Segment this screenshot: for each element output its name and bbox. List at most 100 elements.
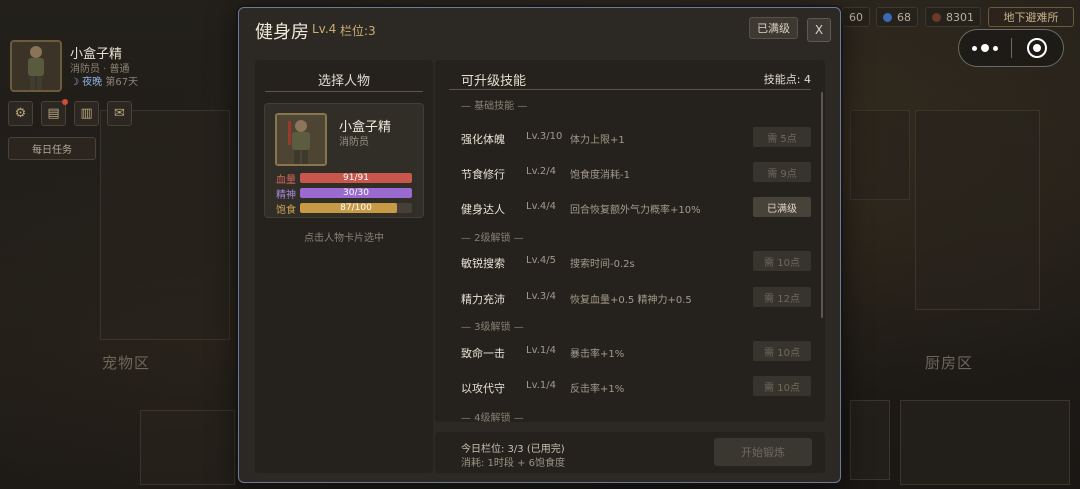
select-hint: 点击人物卡片选中 bbox=[304, 233, 384, 244]
hud-icon-bar: ⚙ ▤ ▥ ✉ bbox=[8, 99, 132, 126]
stat-value: 30/30 bbox=[343, 188, 369, 198]
skill-row: 精力充沛 Lv.3/4 恢复血量+0.5 精神力+0.5 需 12点 bbox=[461, 287, 813, 309]
skill-level: Lv.1/4 bbox=[526, 345, 556, 356]
scrollbar[interactable] bbox=[821, 92, 823, 318]
mini-program-capsule bbox=[958, 29, 1064, 67]
upgrade-button[interactable]: 需 10点 bbox=[753, 376, 811, 396]
stat-value: 91/91 bbox=[343, 173, 369, 183]
skill-description: 恢复血量+0.5 精神力+0.5 bbox=[570, 295, 692, 306]
stat-bar: 87/100 bbox=[300, 203, 412, 213]
section-header: — 3级解锁 — bbox=[461, 322, 524, 333]
room-level: Lv.4 bbox=[312, 22, 337, 36]
stat-value: 87/100 bbox=[340, 203, 372, 213]
daily-slots-status: 今日栏位: 3/3 (已用完) bbox=[461, 444, 565, 455]
skill-level: Lv.2/4 bbox=[526, 166, 556, 177]
background-room bbox=[915, 110, 1040, 310]
more-menu-icon[interactable] bbox=[959, 44, 1011, 52]
stat-hunger: 饱食 87/100 bbox=[276, 202, 414, 216]
stat-label: 精神 bbox=[276, 189, 296, 201]
stat-spirit: 精神 30/30 bbox=[276, 187, 414, 201]
close-button[interactable]: X bbox=[807, 18, 831, 42]
skill-description: 反击率+1% bbox=[570, 384, 625, 395]
room-slots: 栏位:3 bbox=[340, 24, 376, 38]
background-room bbox=[900, 400, 1070, 485]
skill-level: Lv.4/4 bbox=[526, 201, 556, 212]
skill-name: 健身达人 bbox=[461, 203, 505, 216]
shelter-button[interactable]: 地下避难所 bbox=[988, 7, 1074, 27]
training-cost: 消耗: 1时段 + 6饱食度 bbox=[461, 458, 566, 469]
firefighter-figure-icon bbox=[277, 115, 325, 164]
skill-level: Lv.3/10 bbox=[526, 131, 563, 142]
gym-modal: 健身房 Lv.4 栏位:3 已满级 X 选择人物 小盒子精 消防员 血量 91/… bbox=[238, 7, 841, 483]
time-of-day: 夜晚 bbox=[82, 77, 103, 88]
resource-a: 60 bbox=[842, 7, 870, 27]
moon-icon: ☽ bbox=[70, 77, 79, 88]
skill-description: 暴击率+1% bbox=[570, 349, 625, 360]
character-select-title: 选择人物 bbox=[317, 74, 370, 89]
skill-points: 技能点: 4 bbox=[763, 73, 811, 86]
upgrade-button[interactable]: 需 12点 bbox=[753, 287, 811, 307]
modal-title: 健身房 bbox=[255, 22, 309, 43]
day-time-indicator: ☽ 夜晚 第67天 bbox=[70, 73, 138, 88]
skill-description: 搜索时间-0.2s bbox=[570, 259, 635, 270]
skill-name: 节食修行 bbox=[461, 168, 505, 181]
stat-label: 饱食 bbox=[276, 204, 296, 216]
skill-row: 强化体魄 Lv.3/10 体力上限+1 需 5点 bbox=[461, 127, 813, 149]
upgrade-button[interactable]: 需 5点 bbox=[753, 127, 811, 147]
divider bbox=[265, 91, 423, 92]
maxed-level-tag: 已满级 bbox=[749, 17, 798, 39]
skill-row: 节食修行 Lv.2/4 饱食度消耗-1 需 9点 bbox=[461, 162, 813, 184]
skill-level: Lv.3/4 bbox=[526, 291, 556, 302]
zone-label-left: 宠物区 bbox=[102, 354, 151, 372]
skill-level: Lv.4/5 bbox=[526, 255, 556, 266]
player-avatar[interactable] bbox=[10, 40, 62, 92]
gear-icon[interactable]: ⚙ bbox=[8, 101, 33, 126]
notification-dot bbox=[62, 99, 68, 105]
background-room bbox=[850, 110, 910, 200]
resource-b: 68 bbox=[876, 7, 918, 27]
section-header: — 基础技能 — bbox=[461, 101, 528, 112]
daily-task-button[interactable]: 每日任务 bbox=[8, 137, 96, 160]
skill-row: 致命一击 Lv.1/4 暴击率+1% 需 10点 bbox=[461, 341, 813, 363]
character-portrait bbox=[275, 113, 327, 166]
skill-row: 健身达人 Lv.4/4 回合恢复额外气力概率+10% 已满级 bbox=[461, 197, 813, 219]
mail-icon[interactable]: ✉ bbox=[107, 101, 132, 126]
stat-bar: 91/91 bbox=[300, 173, 412, 183]
scroll-icon[interactable]: ▤ bbox=[41, 99, 68, 126]
soldier-figure-icon bbox=[28, 46, 44, 90]
stat-label: 血量 bbox=[276, 174, 296, 186]
skill-description: 体力上限+1 bbox=[570, 135, 625, 146]
zone-label-right: 厨房区 bbox=[925, 354, 974, 372]
skill-name: 强化体魄 bbox=[461, 133, 505, 146]
start-training-button[interactable]: 开始锻炼 bbox=[714, 438, 812, 466]
book-icon[interactable]: ▥ bbox=[74, 101, 99, 126]
skill-row: 敏锐搜索 Lv.4/5 搜索时间-0.2s 需 10点 bbox=[461, 251, 813, 273]
skill-list-pane: 可升级技能 技能点: 4 — 基础技能 — 强化体魄 Lv.3/10 体力上限+… bbox=[435, 60, 825, 422]
skill-description: 回合恢复额外气力概率+10% bbox=[570, 205, 701, 216]
resource-b-value: 68 bbox=[897, 10, 911, 24]
character-role: 消防员 bbox=[339, 137, 369, 148]
stat-bar: 30/30 bbox=[300, 188, 412, 198]
resource-a-value: 60 bbox=[849, 10, 863, 24]
training-footer: 今日栏位: 3/3 (已用完) 消耗: 1时段 + 6饱食度 开始锻炼 bbox=[435, 432, 825, 473]
divider bbox=[449, 89, 811, 90]
upgrade-button[interactable]: 需 10点 bbox=[753, 251, 811, 271]
background-room bbox=[850, 400, 890, 480]
background-room bbox=[100, 110, 230, 340]
character-card[interactable]: 小盒子精 消防员 血量 91/91 精神 30/30 饱食 87/100 bbox=[264, 103, 424, 218]
coin-icon bbox=[932, 12, 941, 22]
background-room bbox=[140, 410, 235, 485]
section-header: — 4级解锁 — bbox=[461, 413, 524, 422]
skill-name: 致命一击 bbox=[461, 347, 505, 360]
upgrade-button[interactable]: 需 10点 bbox=[753, 341, 811, 361]
character-select-pane: 选择人物 小盒子精 消防员 血量 91/91 精神 30/30 饱食 87/10… bbox=[255, 60, 433, 473]
upgrade-button[interactable]: 已满级 bbox=[753, 197, 811, 217]
exit-circle-icon[interactable] bbox=[1012, 38, 1064, 58]
day-count: 第67天 bbox=[105, 77, 139, 88]
gem-icon bbox=[883, 12, 892, 22]
stat-hp: 血量 91/91 bbox=[276, 172, 414, 186]
skill-row: 以攻代守 Lv.1/4 反击率+1% 需 10点 bbox=[461, 376, 813, 398]
skill-name: 精力充沛 bbox=[461, 293, 505, 306]
upgrade-button[interactable]: 需 9点 bbox=[753, 162, 811, 182]
skill-description: 饱食度消耗-1 bbox=[570, 170, 630, 181]
